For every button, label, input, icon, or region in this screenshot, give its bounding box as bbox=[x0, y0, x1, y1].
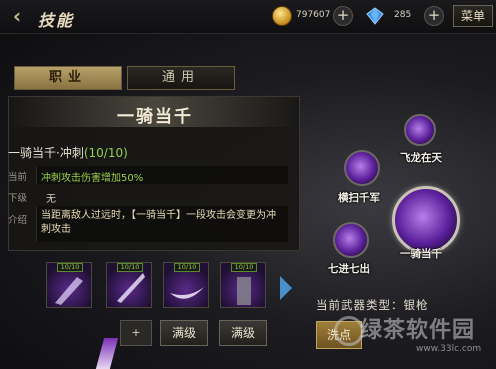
skill-level: (10/10) bbox=[83, 146, 128, 160]
slot-level-badge: 10/10 bbox=[117, 263, 143, 272]
skill-node-fly-dragon[interactable] bbox=[404, 114, 436, 146]
skill-node-seven[interactable] bbox=[333, 222, 369, 258]
top-bar: ‹ 技能 797607 + 285 + 菜单 bbox=[0, 0, 496, 34]
slot-level-badge: 10/10 bbox=[231, 263, 257, 272]
skill-title: 一骑当千 bbox=[117, 107, 193, 127]
diamond-icon bbox=[366, 7, 384, 25]
slot-level-badge: 10/10 bbox=[174, 263, 200, 272]
skill-node-label: 飞龙在天 bbox=[400, 152, 442, 164]
current-effect: 冲刺攻击伤害增加50% bbox=[36, 166, 288, 184]
skill-node-sweep[interactable] bbox=[344, 150, 380, 186]
tab-class[interactable]: 职业 bbox=[14, 66, 122, 90]
skill-node-main[interactable] bbox=[392, 186, 460, 254]
back-arrow-icon[interactable]: ‹ bbox=[6, 6, 28, 28]
gem-value: 285 bbox=[394, 10, 412, 20]
next-label: 下级 bbox=[8, 193, 28, 204]
tab-general[interactable]: 通用 bbox=[127, 66, 235, 90]
current-label: 当前 bbox=[8, 172, 28, 183]
description-label: 介绍 bbox=[8, 215, 28, 226]
upgrade-slot[interactable]: 10/10 bbox=[163, 262, 209, 308]
menu-button[interactable]: 菜单 bbox=[453, 5, 493, 27]
weapon-type-text: 当前武器类型：银枪 bbox=[316, 298, 429, 312]
skill-node-label: 一骑当千 bbox=[400, 248, 442, 260]
add-gem-button[interactable]: + bbox=[424, 6, 444, 26]
next-effect: 无 bbox=[46, 194, 56, 205]
small-add-button[interactable]: + bbox=[120, 320, 152, 346]
gold-coin-icon bbox=[272, 6, 292, 26]
skill-upgrade-name: 一骑当千·冲刺 bbox=[8, 146, 84, 160]
gold-value: 797607 bbox=[296, 10, 331, 20]
skill-upgrade-line: 一骑当千·冲刺(10/10) bbox=[8, 144, 128, 161]
upgrade-slot[interactable]: 10/10 bbox=[220, 262, 266, 308]
add-gold-button[interactable]: + bbox=[333, 6, 353, 26]
upgrade-slot[interactable]: 10/10 bbox=[106, 262, 152, 308]
weapon-art-fragment bbox=[95, 338, 119, 369]
skill-node-label: 横扫千军 bbox=[338, 192, 380, 204]
watermark-text: 绿茶软件园 bbox=[360, 318, 476, 343]
upgrade-slot[interactable]: 10/10 bbox=[46, 262, 92, 308]
skill-description: 当距离敌人过远时，【一骑当千】一段攻击会变更为冲刺攻击 bbox=[36, 206, 288, 242]
watermark-url: www.33lc.com bbox=[416, 344, 482, 354]
maxed-button-2[interactable]: 满级 bbox=[219, 320, 267, 346]
next-slot-arrow-icon[interactable] bbox=[280, 276, 292, 300]
skill-node-label: 七进七出 bbox=[328, 263, 370, 275]
skill-title-bar: 一骑当千 bbox=[9, 97, 301, 127]
slot-level-badge: 10/10 bbox=[57, 263, 83, 272]
page-title: 技能 bbox=[38, 11, 75, 30]
maxed-button-1[interactable]: 满级 bbox=[160, 320, 208, 346]
